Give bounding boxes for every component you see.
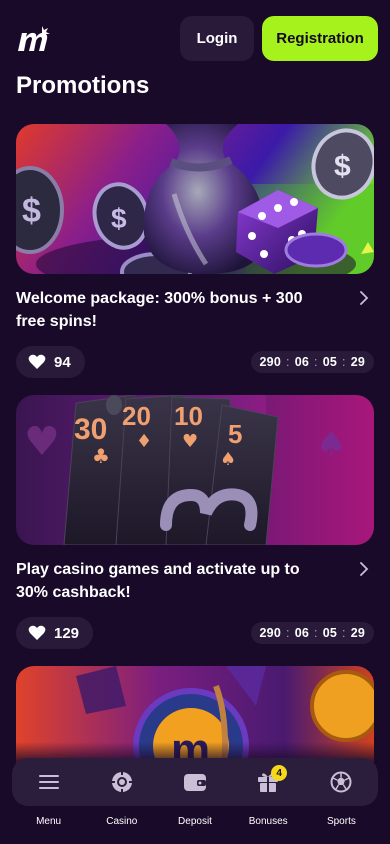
svg-text:♥: ♥ (24, 419, 60, 465)
timer-days: 290 (259, 626, 281, 640)
nav-item-menu[interactable]: Menu (12, 758, 85, 838)
timer-separator: : (314, 355, 318, 369)
like-button[interactable]: 129 (16, 617, 94, 649)
countdown-timer: 290: 06: 05: 29 (250, 622, 374, 644)
registration-button[interactable]: Registration (262, 16, 378, 61)
promo-card[interactable]: 30 20 10 5 ♣ ♦ ♥ ♠ ♥ ♠ Play casino games… (16, 395, 374, 649)
header: Login Registration (16, 16, 378, 61)
svg-text:$: $ (22, 192, 41, 230)
promo-meta: 94 290: 06: 05: 29 (16, 346, 374, 378)
chip-icon[interactable] (110, 758, 133, 806)
page-title: Promotions (16, 72, 150, 99)
svg-text:30: 30 (74, 413, 107, 446)
timer-separator: : (286, 626, 290, 640)
svg-text:5: 5 (228, 419, 242, 449)
gift-icon[interactable]: 4 (257, 758, 288, 806)
nav-item-bonuses[interactable]: 4 Bonuses (232, 758, 305, 838)
promo-title-row[interactable]: Welcome package: 300% bonus + 300 free s… (16, 287, 374, 333)
timer-separator: : (342, 626, 346, 640)
promo-title: Play casino games and activate up to 30%… (16, 561, 300, 601)
countdown-timer: 290: 06: 05: 29 (250, 351, 374, 373)
svg-text:♠: ♠ (316, 424, 346, 464)
timer-days: 290 (259, 355, 281, 369)
bonus-count-badge: 4 (271, 765, 288, 781)
promo-card[interactable]: $ $ $ Welcome package: 300% bonus + 300 … (16, 124, 374, 378)
nav-item-deposit[interactable]: Deposit (158, 758, 231, 838)
nav-label: Deposit (178, 816, 212, 827)
bottom-nav: Menu Casino Deposit 4 Bonuses Sports (12, 758, 378, 838)
promo-image-cards[interactable]: 30 20 10 5 ♣ ♦ ♥ ♠ ♥ ♠ (16, 395, 374, 545)
svg-text:♥: ♥ (182, 431, 198, 452)
logo-icon[interactable] (16, 24, 54, 54)
timer-seconds: 29 (350, 355, 365, 369)
like-button[interactable]: 94 (16, 346, 85, 378)
nav-item-sports[interactable]: Sports (305, 758, 378, 838)
nav-label: Bonuses (248, 816, 288, 827)
timer-minutes: 05 (322, 626, 337, 640)
ball-icon[interactable] (330, 758, 352, 806)
promo-title: Welcome package: 300% bonus + 300 free s… (16, 290, 303, 330)
promo-title-row[interactable]: Play casino games and activate up to 30%… (16, 558, 374, 604)
svg-text:$: $ (334, 150, 351, 183)
timer-minutes: 05 (322, 355, 337, 369)
like-count: 94 (54, 353, 71, 371)
wallet-icon[interactable] (184, 758, 206, 806)
svg-text:$: $ (111, 203, 127, 234)
nav-label: Menu (36, 816, 62, 827)
promo-image-money-bag[interactable]: $ $ $ (16, 124, 374, 274)
svg-text:20: 20 (122, 401, 151, 431)
heart-icon (28, 625, 46, 640)
chevron-right-icon[interactable] (358, 562, 370, 576)
login-button[interactable]: Login (180, 16, 254, 61)
svg-text:10: 10 (174, 401, 203, 431)
svg-text:♣: ♣ (92, 444, 110, 468)
menu-icon[interactable] (38, 758, 59, 806)
svg-text:♦: ♦ (136, 431, 152, 452)
promotions-page: Login Registration Promotions $ $ $ Welc… (0, 0, 390, 844)
promo-meta: 129 290: 06: 05: 29 (16, 617, 374, 649)
svg-text:♠: ♠ (220, 449, 236, 470)
nav-item-casino[interactable]: Casino (85, 758, 158, 838)
heart-icon (28, 354, 46, 369)
nav-label: Casino (106, 816, 138, 827)
like-count: 129 (54, 624, 80, 642)
timer-hours: 06 (294, 626, 309, 640)
chevron-right-icon[interactable] (358, 291, 370, 305)
timer-seconds: 29 (350, 626, 365, 640)
timer-hours: 06 (294, 355, 309, 369)
timer-separator: : (342, 355, 346, 369)
timer-separator: : (286, 355, 290, 369)
nav-label: Sports (326, 816, 356, 827)
timer-separator: : (314, 626, 318, 640)
